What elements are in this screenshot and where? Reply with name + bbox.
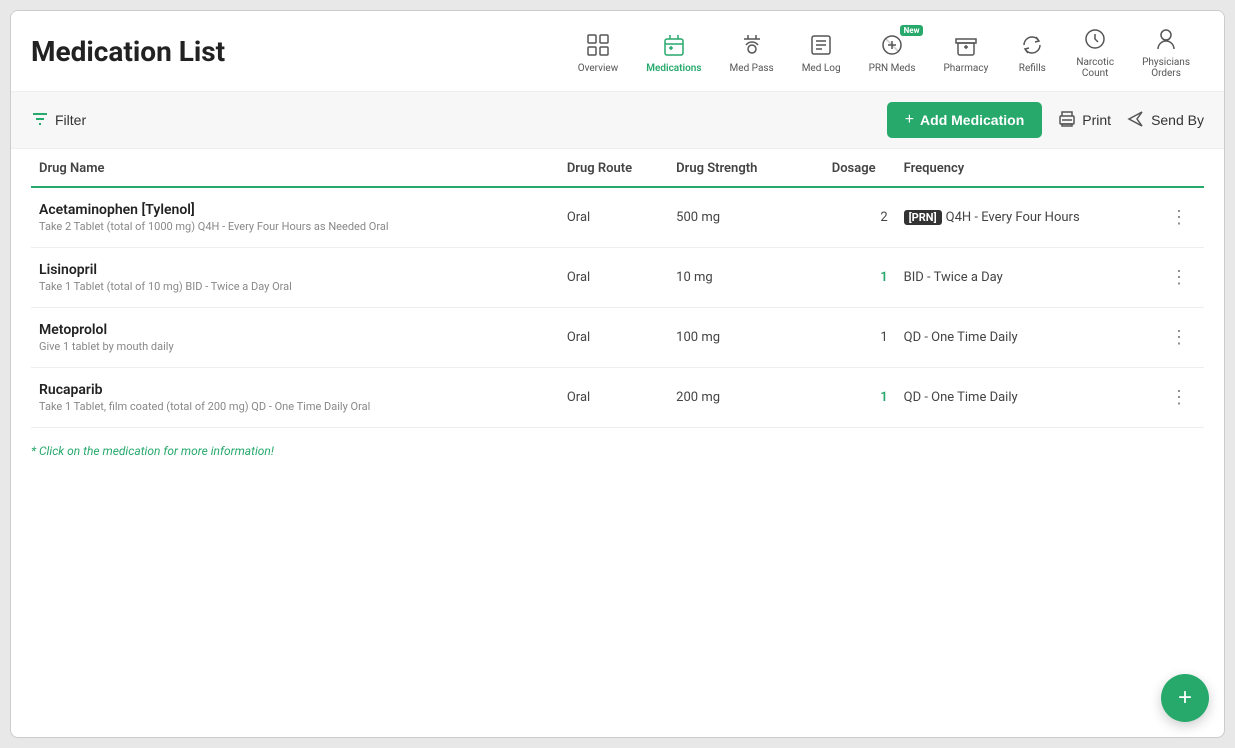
nav-label-medications: Medications: [646, 63, 701, 74]
drug-name: Rucaparib: [39, 382, 551, 398]
drug-name-cell: Rucaparib Take 1 Tablet, film coated (to…: [31, 368, 559, 428]
actions-cell: ⋮: [1154, 368, 1204, 428]
col-actions: [1154, 149, 1204, 187]
frequency-cell: QD - One Time Daily: [896, 368, 1154, 428]
drug-strength: 10 mg: [668, 248, 799, 308]
drug-desc: Take 1 Tablet, film coated (total of 200…: [39, 400, 551, 413]
filter-label: Filter: [55, 112, 86, 128]
actions-cell: ⋮: [1154, 248, 1204, 308]
nav-item-physicians-orders[interactable]: PhysiciansOrders: [1128, 11, 1204, 91]
nav-label-refills: Refills: [1019, 63, 1046, 74]
dosage-link[interactable]: 1: [880, 270, 887, 285]
col-dosage: Dosage: [799, 149, 896, 187]
nav-label-med-log: Med Log: [802, 63, 841, 74]
physicians-orders-icon: [1150, 23, 1182, 55]
narcotic-count-icon: [1079, 23, 1111, 55]
drug-desc: Give 1 tablet by mouth daily: [39, 340, 551, 353]
print-icon: [1058, 110, 1076, 131]
col-drug-strength: Drug Strength: [668, 149, 799, 187]
filter-icon: [31, 110, 49, 131]
nav-label-med-pass: Med Pass: [730, 63, 774, 74]
prn-badge: [PRN]: [904, 210, 942, 225]
refills-icon: [1016, 29, 1048, 61]
nav-icons: Overview Medications: [564, 11, 1204, 91]
new-badge: New: [900, 25, 924, 36]
row-menu-button[interactable]: ⋮: [1162, 203, 1196, 232]
nav-label-pharmacy: Pharmacy: [943, 63, 988, 74]
drug-desc: Take 2 Tablet (total of 1000 mg) Q4H - E…: [39, 220, 551, 233]
actions-cell: ⋮: [1154, 187, 1204, 248]
col-frequency: Frequency: [896, 149, 1154, 187]
med-pass-icon: [736, 29, 768, 61]
medications-icon: [658, 29, 690, 61]
info-note: * Click on the medication for more infor…: [31, 444, 1204, 458]
send-by-button[interactable]: Send By: [1127, 110, 1204, 131]
nav-label-overview: Overview: [578, 63, 619, 74]
actions-cell: ⋮: [1154, 308, 1204, 368]
page-title: Medication List: [31, 17, 225, 86]
drug-strength: 200 mg: [668, 368, 799, 428]
dosage-cell: 1: [799, 368, 896, 428]
row-menu-button[interactable]: ⋮: [1162, 323, 1196, 352]
drug-route: Oral: [559, 248, 668, 308]
nav-item-medications[interactable]: Medications: [632, 17, 715, 86]
col-drug-route: Drug Route: [559, 149, 668, 187]
table-header-row: Drug Name Drug Route Drug Strength Dosag…: [31, 149, 1204, 187]
nav-item-med-log[interactable]: Med Log: [788, 17, 855, 86]
frequency-cell: QD - One Time Daily: [896, 308, 1154, 368]
add-icon: +: [905, 111, 914, 129]
top-nav: Medication List Overview: [11, 11, 1224, 92]
row-menu-button[interactable]: ⋮: [1162, 383, 1196, 412]
toolbar: Filter + Add Medication Print: [11, 92, 1224, 149]
row-menu-button[interactable]: ⋮: [1162, 263, 1196, 292]
drug-strength: 500 mg: [668, 187, 799, 248]
nav-item-narcotic-count[interactable]: NarcoticCount: [1062, 11, 1128, 91]
drug-name-cell: Lisinopril Take 1 Tablet (total of 10 mg…: [31, 248, 559, 308]
drug-name: Lisinopril: [39, 262, 551, 278]
medication-table: Drug Name Drug Route Drug Strength Dosag…: [31, 149, 1204, 428]
send-icon: [1127, 110, 1145, 131]
drug-desc: Take 1 Tablet (total of 10 mg) BID - Twi…: [39, 280, 551, 293]
overview-icon: [582, 29, 614, 61]
app-container: Medication List Overview: [10, 10, 1225, 738]
pharmacy-icon: [950, 29, 982, 61]
nav-item-refills[interactable]: Refills: [1002, 17, 1062, 86]
nav-item-overview[interactable]: Overview: [564, 17, 633, 86]
drug-route: Oral: [559, 187, 668, 248]
main-content: Drug Name Drug Route Drug Strength Dosag…: [11, 149, 1224, 737]
add-medication-button[interactable]: + Add Medication: [887, 102, 1043, 138]
table-row[interactable]: Acetaminophen [Tylenol] Take 2 Tablet (t…: [31, 187, 1204, 248]
print-label: Print: [1082, 112, 1111, 128]
nav-label-narcotic-count: NarcoticCount: [1076, 57, 1114, 79]
nav-label-prn-meds: PRN Meds: [869, 63, 916, 74]
dosage-cell: 1: [799, 308, 896, 368]
drug-strength: 100 mg: [668, 308, 799, 368]
table-row[interactable]: Metoprolol Give 1 tablet by mouth daily …: [31, 308, 1204, 368]
toolbar-right: + Add Medication Print: [887, 102, 1204, 138]
nav-item-pharmacy[interactable]: Pharmacy: [929, 17, 1002, 86]
fab-button[interactable]: +: [1161, 674, 1209, 722]
print-button[interactable]: Print: [1058, 110, 1111, 131]
frequency-cell: [PRN]Q4H - Every Four Hours: [896, 187, 1154, 248]
drug-name: Metoprolol: [39, 322, 551, 338]
dosage-cell: 1: [799, 248, 896, 308]
drug-name: Acetaminophen [Tylenol]: [39, 202, 551, 218]
table-row[interactable]: Rucaparib Take 1 Tablet, film coated (to…: [31, 368, 1204, 428]
sendby-label: Send By: [1151, 112, 1204, 128]
drug-route: Oral: [559, 368, 668, 428]
filter-button[interactable]: Filter: [31, 110, 86, 131]
nav-item-med-pass[interactable]: Med Pass: [716, 17, 788, 86]
table-row[interactable]: Lisinopril Take 1 Tablet (total of 10 mg…: [31, 248, 1204, 308]
drug-name-cell: Metoprolol Give 1 tablet by mouth daily: [31, 308, 559, 368]
med-log-icon: [805, 29, 837, 61]
col-drug-name: Drug Name: [31, 149, 559, 187]
drug-route: Oral: [559, 308, 668, 368]
add-label: Add Medication: [920, 112, 1024, 128]
nav-item-prn-meds[interactable]: New PRN Meds: [855, 17, 930, 86]
drug-name-cell: Acetaminophen [Tylenol] Take 2 Tablet (t…: [31, 187, 559, 248]
nav-label-physicians-orders: PhysiciansOrders: [1142, 57, 1190, 79]
frequency-cell: BID - Twice a Day: [896, 248, 1154, 308]
dosage-link[interactable]: 1: [880, 390, 887, 405]
dosage-cell: 2: [799, 187, 896, 248]
